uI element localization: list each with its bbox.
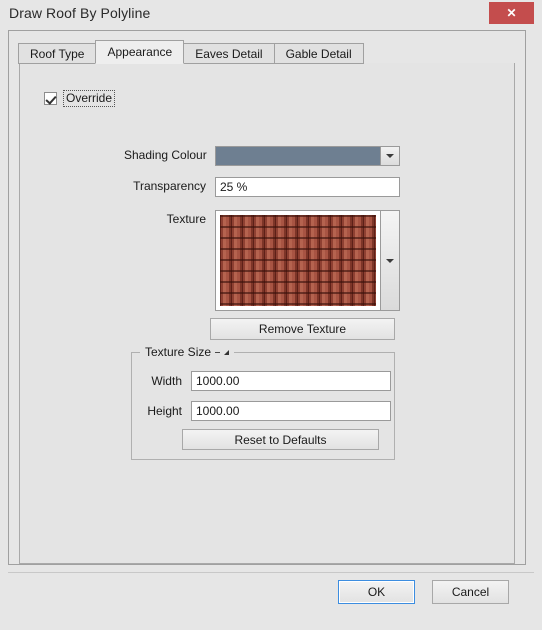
texture-label: Texture xyxy=(166,212,206,226)
remove-texture-button[interactable]: Remove Texture xyxy=(210,318,395,340)
shading-colour-swatch xyxy=(216,147,380,165)
texture-row: Texture xyxy=(124,210,400,311)
window-title: Draw Roof By Polyline xyxy=(9,5,151,21)
appearance-panel xyxy=(19,63,515,564)
tab-appearance[interactable]: Appearance xyxy=(95,40,185,64)
texture-size-legend: Texture Size xyxy=(140,345,235,359)
texture-height-input[interactable] xyxy=(191,401,391,421)
texture-size-legend-label: Texture Size xyxy=(145,345,212,359)
tab-strip: Roof Type Appearance Eaves Detail Gable … xyxy=(18,40,364,64)
reset-to-defaults-button[interactable]: Reset to Defaults xyxy=(182,429,379,450)
tab-eaves-detail[interactable]: Eaves Detail xyxy=(183,43,275,64)
chevron-down-icon[interactable] xyxy=(380,147,399,165)
title-bar: Draw Roof By Polyline ✕ xyxy=(0,0,542,30)
texture-width-label: Width xyxy=(151,374,182,388)
tab-roof-type[interactable]: Roof Type xyxy=(18,43,97,64)
override-label: Override xyxy=(63,90,116,107)
override-row: Override xyxy=(44,90,116,107)
shading-colour-row: Shading Colour xyxy=(124,146,400,166)
texture-height-label: Height xyxy=(147,404,182,418)
texture-width-row: Width xyxy=(133,371,391,391)
legend-dash xyxy=(215,351,221,353)
collapse-triangle-icon[interactable] xyxy=(224,349,230,355)
transparency-label: Transparency xyxy=(133,179,206,193)
footer-separator xyxy=(8,572,534,573)
texture-width-input[interactable] xyxy=(191,371,391,391)
texture-select[interactable] xyxy=(215,210,400,311)
transparency-row: Transparency xyxy=(124,177,400,197)
tab-gable-detail[interactable]: Gable Detail xyxy=(273,43,364,64)
texture-preview-frame xyxy=(216,211,380,310)
ok-button[interactable]: OK xyxy=(338,580,415,604)
transparency-input[interactable] xyxy=(215,177,400,197)
cancel-button[interactable]: Cancel xyxy=(432,580,509,604)
close-icon[interactable]: ✕ xyxy=(489,2,534,24)
texture-height-row: Height xyxy=(133,401,391,421)
roof-tile-texture-swatch xyxy=(220,215,376,306)
shading-colour-label: Shading Colour xyxy=(124,148,207,162)
override-checkbox[interactable] xyxy=(44,92,57,105)
shading-colour-select[interactable] xyxy=(215,146,400,166)
chevron-down-icon[interactable] xyxy=(380,211,399,310)
